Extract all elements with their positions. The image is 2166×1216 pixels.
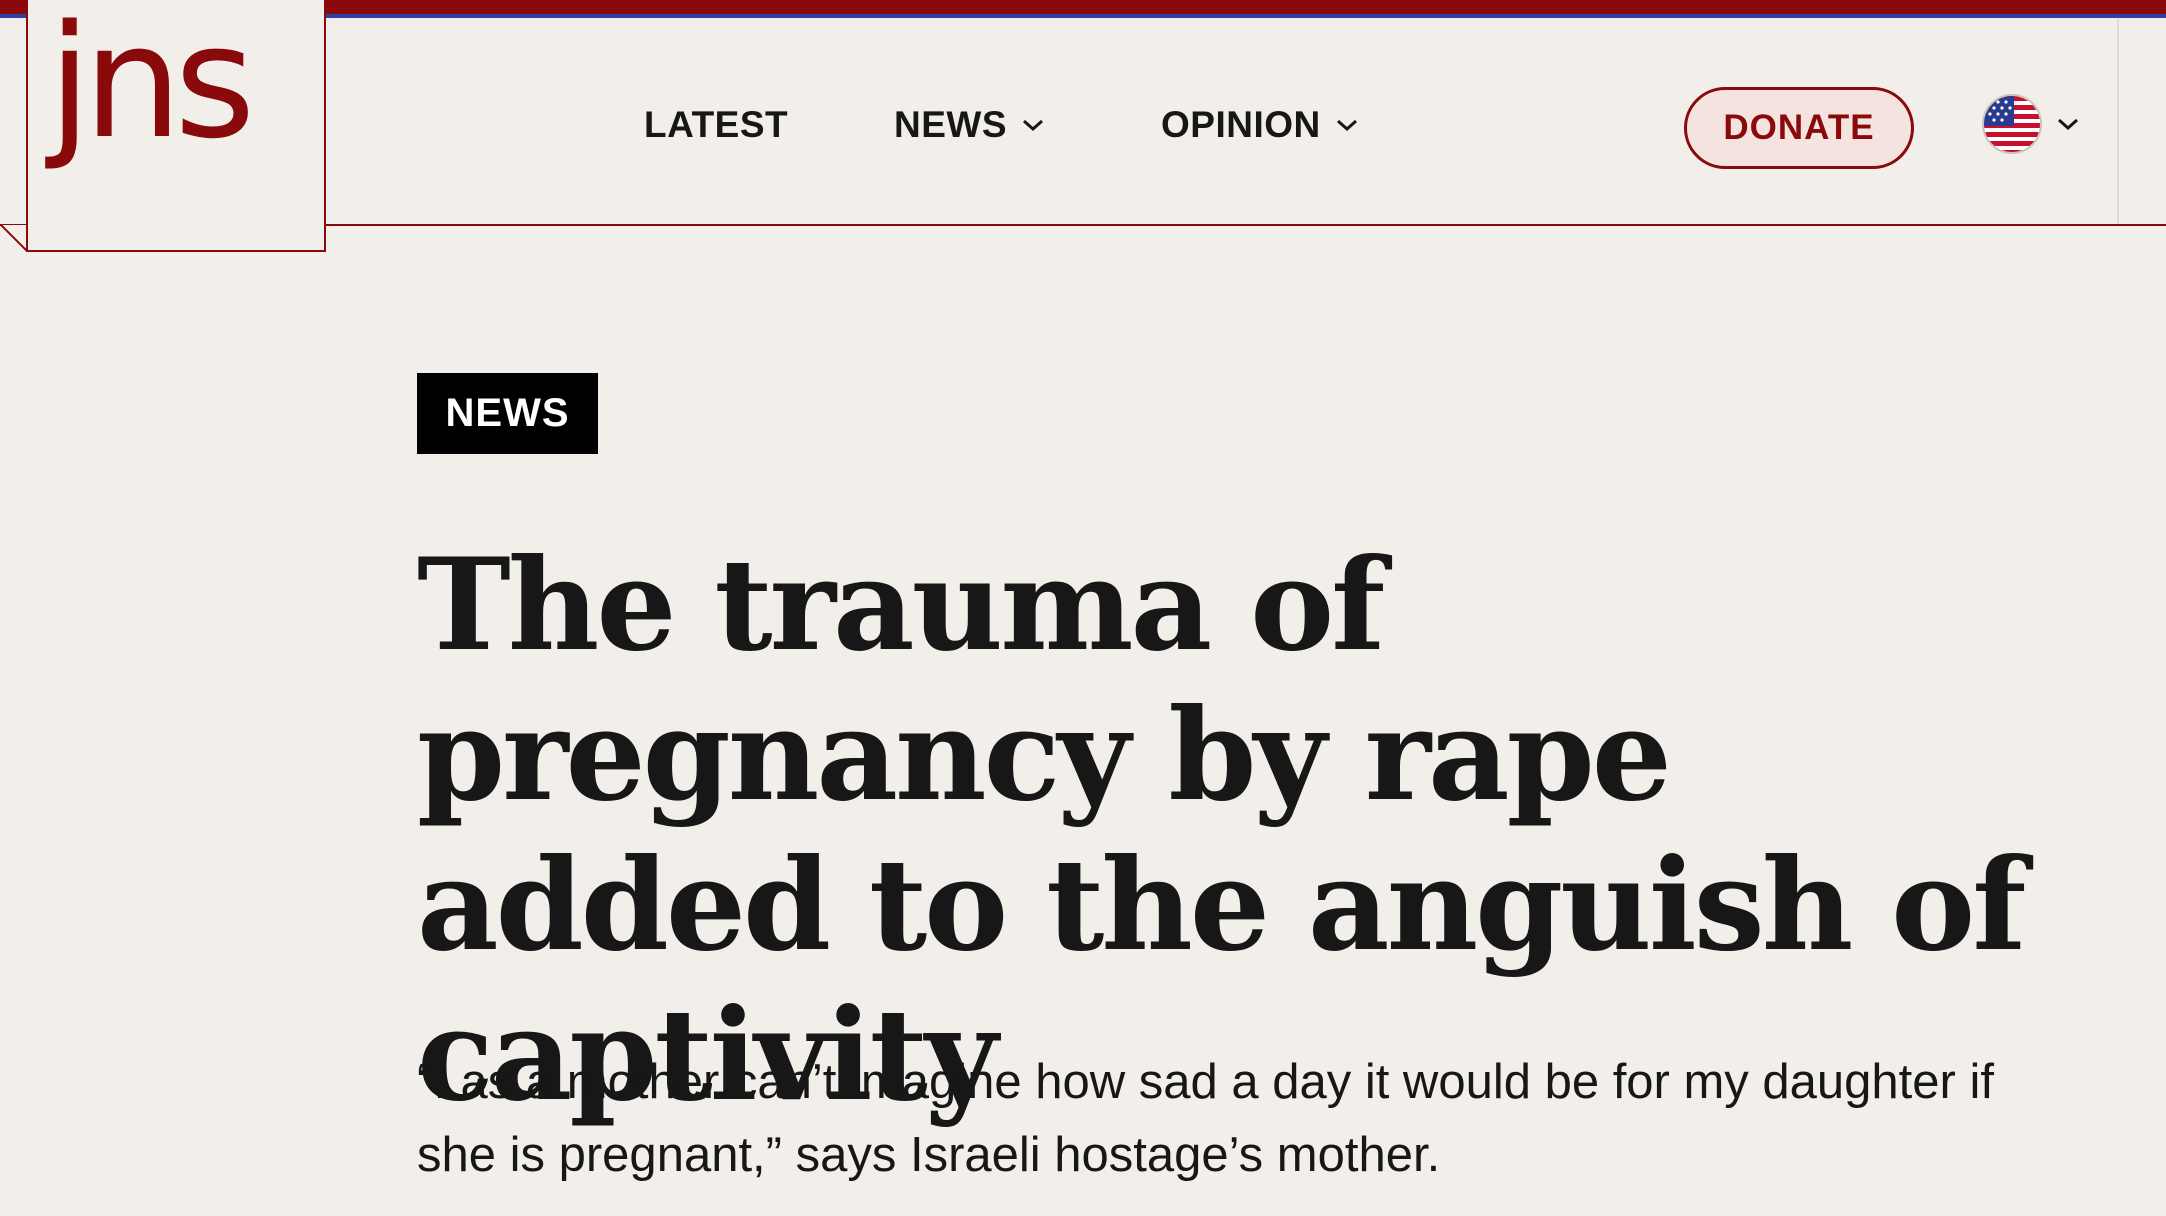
nav-item-opinion[interactable]: OPINION <box>1161 104 1359 146</box>
article-dek: “I as a mother can’t imagine how sad a d… <box>417 1055 1994 1182</box>
category-tag[interactable]: NEWS <box>417 373 598 454</box>
site-logo[interactable]: jns <box>26 0 326 252</box>
nav-item-news[interactable]: NEWS <box>894 104 1045 146</box>
logo-text: jns <box>48 0 255 173</box>
chevron-down-icon <box>1023 119 1043 132</box>
donate-button[interactable]: DONATE <box>1684 87 1914 169</box>
nav-item-label: NEWS <box>894 104 1007 145</box>
chevron-down-icon <box>1336 119 1357 132</box>
nav-item-label: LATEST <box>644 104 789 145</box>
logo-fold-corner <box>0 224 28 252</box>
article-headline: The trauma of pregnancy by rape added to… <box>417 531 2026 1129</box>
header-divider <box>2117 18 2119 224</box>
us-flag-icon <box>1982 94 2042 154</box>
nav-item-label: OPINION <box>1161 104 1321 145</box>
nav-item-latest[interactable]: LATEST <box>644 104 788 146</box>
chevron-down-icon <box>2058 118 2078 131</box>
language-selector[interactable] <box>1982 94 2080 154</box>
